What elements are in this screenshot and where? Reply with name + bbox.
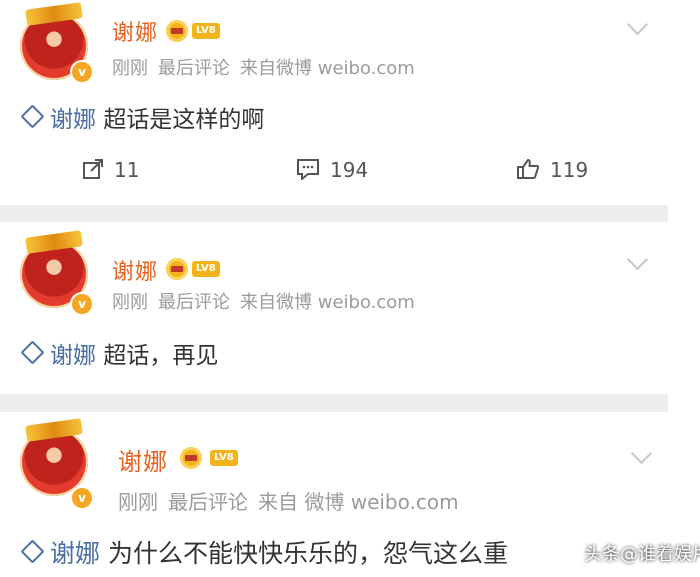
post-time: 刚刚 (112, 292, 148, 313)
post-content: 谢娜 为什么不能快快乐乐的，怨气这么重 (20, 534, 508, 570)
verified-icon: v (70, 292, 94, 316)
post-text: 为什么不能快快乐乐的，怨气这么重 (107, 539, 508, 568)
post-content: 谢娜 超话，再见 (20, 336, 218, 370)
weibo-post-2[interactable]: v 谢娜 LV8 刚刚 最后评论 来自微博 weibo.com 谢娜 超话，再见 (0, 222, 668, 394)
last-comment-label: 最后评论 (158, 292, 230, 313)
share-button[interactable]: 11 (82, 158, 139, 182)
post-meta: 刚刚 最后评论 来自 微博 weibo.com (118, 486, 469, 515)
post-text: 超话是这样的啊 (103, 107, 265, 133)
username[interactable]: 谢娜 (112, 254, 158, 286)
topic-diamond-icon (20, 539, 45, 564)
watermark: 头条@谁着娱片 (584, 544, 700, 565)
chevron-down-icon[interactable] (626, 248, 649, 271)
weibo-post-3[interactable]: v 谢娜 LV8 刚刚 最后评论 来自 微博 weibo.com 谢娜 为什么不能快… (0, 412, 668, 577)
post-source: 来自微博 weibo.com (240, 292, 415, 313)
crown-icon (166, 258, 188, 280)
share-icon (83, 159, 103, 179)
feed-separator (0, 205, 668, 222)
last-comment-label: 最后评论 (168, 490, 248, 514)
level-badge: LV8 (210, 450, 238, 466)
topic-diamond-icon (20, 104, 45, 129)
topic-tag[interactable]: 谢娜 (20, 539, 100, 568)
topic-tag[interactable]: 谢娜 (20, 340, 96, 369)
chevron-down-icon[interactable] (626, 13, 649, 36)
last-comment-label: 最后评论 (158, 58, 230, 79)
topic-diamond-icon (20, 340, 45, 365)
post-meta: 刚刚 最后评论 来自微博 weibo.com (112, 54, 425, 80)
comment-button[interactable]: 194 (296, 158, 368, 182)
post-source: 来自微博 weibo.com (240, 58, 415, 79)
post-time: 刚刚 (112, 58, 148, 79)
post-source: 来自 微博 weibo.com (258, 490, 459, 514)
like-icon (517, 159, 540, 179)
comment-icon (297, 159, 319, 180)
weibo-post-1[interactable]: v 谢娜 LV8 刚刚 最后评论 来自微博 weibo.com 谢娜 超话是这样的啊… (0, 0, 668, 205)
crown-icon (180, 447, 202, 469)
feed-separator (0, 394, 668, 412)
action-bar: 11 194 119 (0, 150, 668, 198)
username[interactable]: 谢娜 (112, 15, 158, 47)
username[interactable]: 谢娜 (118, 442, 168, 477)
post-text: 超话，再见 (103, 343, 219, 369)
like-button[interactable]: 119 (516, 158, 588, 182)
level-badge: LV8 (192, 23, 220, 39)
post-meta: 刚刚 最后评论 来自微博 weibo.com (112, 288, 425, 314)
chevron-down-icon[interactable] (630, 442, 653, 465)
topic-tag[interactable]: 谢娜 (20, 104, 96, 133)
verified-icon: v (70, 486, 94, 510)
post-content: 谢娜 超话是这样的啊 (20, 100, 264, 134)
post-time: 刚刚 (118, 490, 158, 514)
level-badge: LV8 (192, 261, 220, 277)
verified-icon: v (70, 60, 94, 84)
crown-icon (166, 20, 188, 42)
